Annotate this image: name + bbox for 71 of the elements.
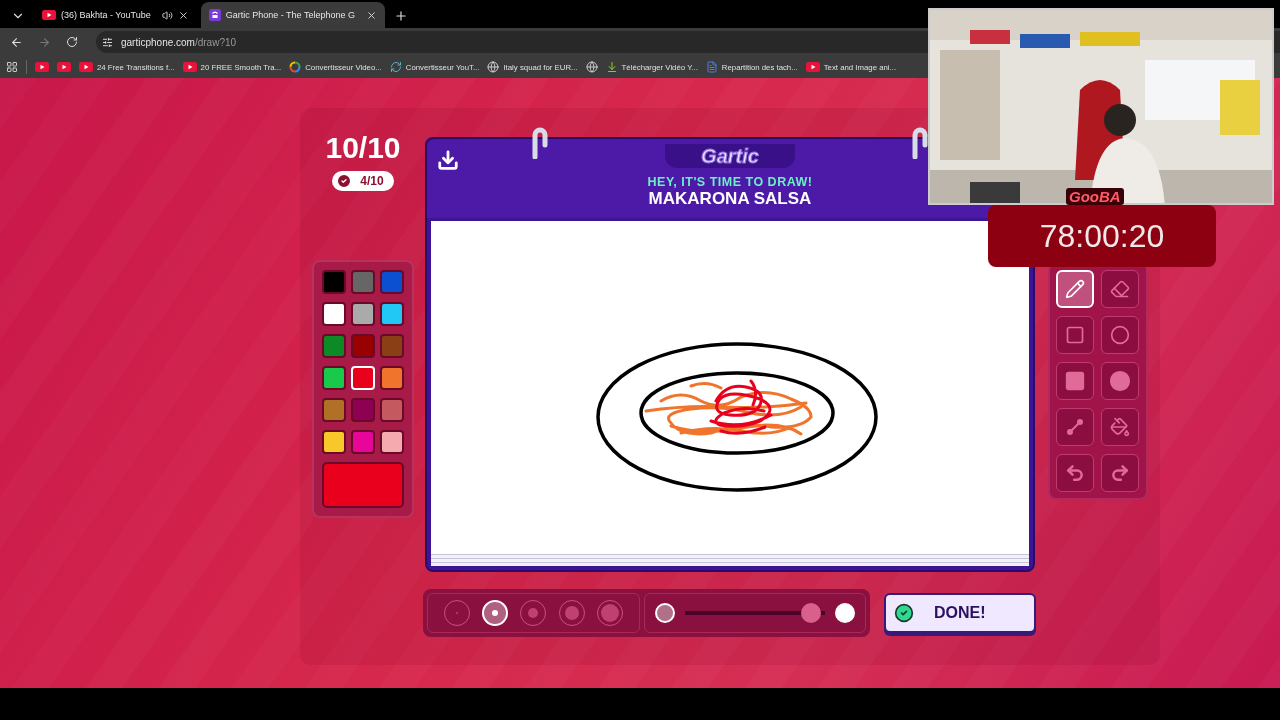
color-swatch[interactable] [380,366,404,390]
line-icon [1064,417,1085,437]
color-swatch[interactable] [322,270,346,294]
youtube-icon [35,62,49,72]
color-swatch[interactable] [351,270,375,294]
reload-icon [66,36,78,48]
filled-circle-icon [1108,370,1131,392]
youtube-icon [182,62,197,72]
google-icon [289,61,302,73]
square-icon [1064,325,1085,345]
circle-icon [1109,325,1130,345]
color-swatch[interactable] [351,334,375,358]
globe-icon [585,61,598,73]
pencil-icon [1064,279,1085,299]
drawing-canvas[interactable] [431,221,1029,554]
browser-tab[interactable]: Gartic Phone - The Telephone G [200,2,385,28]
color-swatch[interactable] [380,270,404,294]
site-settings-icon [102,36,113,48]
color-swatch[interactable] [380,398,404,422]
download-icon [605,61,618,73]
stream-timer: 78:00:20 [988,205,1216,267]
slider-thumb[interactable] [801,603,821,623]
youtube-icon [79,62,93,72]
refresh-icon [389,61,402,73]
undo-icon [1064,463,1085,483]
color-swatch[interactable] [351,430,375,454]
phone-icon [208,9,221,21]
color-swatch[interactable] [380,302,404,326]
streamer-name: GooBA [1066,188,1124,205]
redo-icon [1109,463,1130,483]
low-opacity-indicator [655,603,675,623]
check-icon [894,603,914,623]
binder-ring-icon [531,125,549,159]
browser-tab[interactable]: (36) Bakhta - YouTube [34,2,197,28]
speaker-icon[interactable] [161,9,173,21]
plus-icon [394,9,408,23]
color-swatch[interactable] [322,302,346,326]
color-swatch[interactable] [322,398,346,422]
done-button[interactable]: DONE! [884,593,1036,633]
done-count-badge: 4/10 [332,171,394,191]
color-swatch[interactable] [322,430,346,454]
prompt-text: MAKARONA SALSA [648,189,812,209]
instruction-text: HEY, IT'S TIME TO DRAW! [647,175,813,189]
bookmark[interactable] [585,61,598,73]
full-opacity-indicator [835,603,855,623]
eraser-icon [1109,279,1130,299]
color-swatch[interactable] [322,334,346,358]
bookmark[interactable] [35,62,49,72]
color-swatch[interactable] [351,398,375,422]
document-icon [705,61,718,73]
forward-icon [37,35,51,49]
close-icon[interactable] [177,9,189,21]
check-icon [336,173,353,189]
filled-square-icon [1063,370,1086,392]
tab-title: Gartic Phone - The Telephone G [225,10,355,20]
paint-bucket-icon [1109,417,1130,437]
gartic-logo: Gartic [665,144,795,168]
color-swatch[interactable] [380,430,404,454]
close-icon[interactable] [366,9,377,21]
youtube-icon [805,62,820,72]
youtube-icon [42,10,56,20]
bookmark[interactable] [57,62,71,72]
color-swatch[interactable] [380,334,404,358]
back-icon [9,35,23,49]
globe-icon [487,61,500,73]
youtube-icon [57,62,71,72]
round-counter: 10/10 [325,131,401,165]
color-swatch[interactable] [322,366,346,390]
tab-title: (36) Bakhta - YouTube [61,10,151,20]
apps-icon[interactable] [6,61,18,73]
color-swatch[interactable] [351,302,375,326]
